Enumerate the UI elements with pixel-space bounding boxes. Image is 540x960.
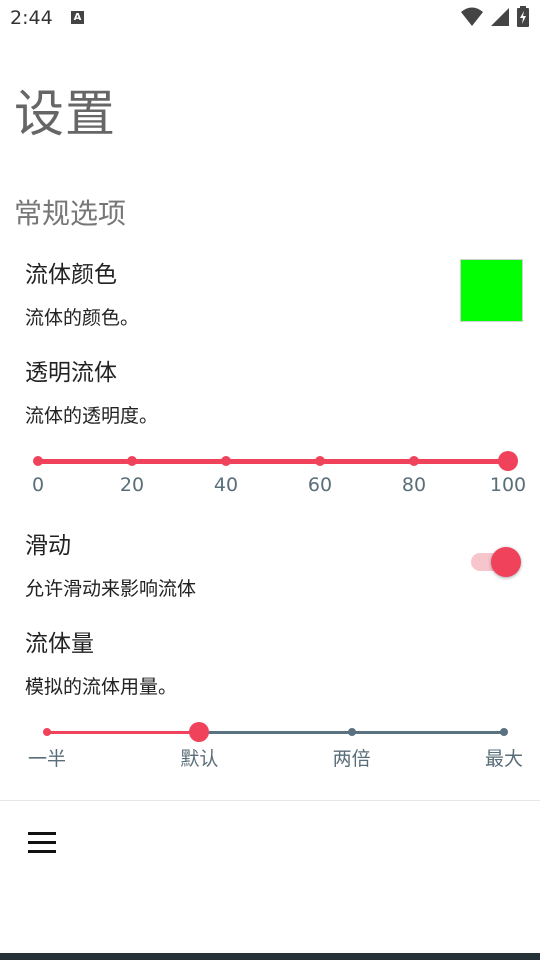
divider xyxy=(0,800,540,801)
section-header-general: 常规选项 xyxy=(14,197,127,230)
fluid-amount-slider-tick-dot xyxy=(347,728,356,736)
fluid-amount-slider[interactable] xyxy=(43,722,508,742)
fluid-amount-slider-tick-dot xyxy=(43,728,51,736)
fluid-alpha-tick-labels: 0 20 40 60 80 100 xyxy=(32,474,526,500)
fluid-amount-slider-tick-label: 最大 xyxy=(484,748,524,770)
fluid-amount-slider-thumb[interactable] xyxy=(189,722,210,742)
pref-fluid-color-title: 流体颜色 xyxy=(25,262,117,288)
fluid-alpha-slider-tick-dot xyxy=(33,456,43,466)
fluid-alpha-slider[interactable] xyxy=(33,451,518,471)
pref-fluid-alpha-title: 透明流体 xyxy=(25,360,117,386)
fluid-alpha-slider-tick-label: 100 xyxy=(489,474,527,496)
wifi-icon xyxy=(460,7,483,26)
pref-fluid-amount: 流体量 模拟的流体用量。 xyxy=(25,624,515,699)
swipe-toggle[interactable] xyxy=(471,545,523,579)
fluid-amount-slider-tick-label: 两倍 xyxy=(332,748,371,770)
page-title: 设置 xyxy=(14,85,116,143)
pref-swipe[interactable]: 滑动 允许滑动来影响流体 xyxy=(25,526,515,601)
fluid-amount-slider-track xyxy=(47,731,504,734)
fluid-alpha-slider-thumb[interactable] xyxy=(498,451,518,471)
notification-icon: A xyxy=(71,11,84,24)
hamburger-menu-icon[interactable] xyxy=(22,826,62,860)
fluid-alpha-slider-tick-label: 20 xyxy=(119,474,145,496)
pref-fluid-color-summary: 流体的颜色。 xyxy=(25,307,140,329)
fluid-amount-tick-labels: 一半 默认 两倍 最大 xyxy=(28,744,523,770)
pref-swipe-summary: 允许滑动来影响流体 xyxy=(25,578,197,600)
pref-fluid-amount-title: 流体量 xyxy=(25,631,94,657)
pref-swipe-title: 滑动 xyxy=(25,533,71,559)
fluid-alpha-slider-track xyxy=(38,459,508,464)
pref-fluid-alpha: 透明流体 流体的透明度。 xyxy=(25,353,515,428)
signal-icon xyxy=(490,8,509,26)
color-swatch[interactable] xyxy=(460,259,523,322)
pref-fluid-amount-summary: 模拟的流体用量。 xyxy=(25,676,178,698)
navigation-bar xyxy=(0,953,540,960)
fluid-amount-slider-tick-label: 默认 xyxy=(180,748,219,770)
fluid-alpha-slider-tick-dot xyxy=(409,456,419,466)
pref-fluid-alpha-summary: 流体的透明度。 xyxy=(25,405,159,427)
fluid-alpha-slider-tick-label: 60 xyxy=(307,474,333,496)
fluid-alpha-slider-tick-dot xyxy=(315,456,325,466)
fluid-amount-slider-tick-label: 一半 xyxy=(27,748,67,770)
status-icons xyxy=(460,6,530,28)
fluid-amount-slider-tick-dot xyxy=(500,728,508,736)
battery-charging-icon xyxy=(517,6,529,27)
status-time: 2:44 xyxy=(10,7,53,29)
swipe-toggle-thumb xyxy=(491,547,521,577)
fluid-alpha-slider-tick-dot xyxy=(221,456,231,466)
fluid-alpha-slider-tick-label: 80 xyxy=(401,474,427,496)
pref-fluid-color[interactable]: 流体颜色 流体的颜色。 xyxy=(25,255,515,330)
fluid-alpha-slider-tick-label: 0 xyxy=(31,474,45,496)
fluid-alpha-slider-tick-dot xyxy=(127,456,137,466)
status-bar: 2:44 A xyxy=(0,0,540,36)
fluid-alpha-slider-tick-label: 40 xyxy=(213,474,239,496)
